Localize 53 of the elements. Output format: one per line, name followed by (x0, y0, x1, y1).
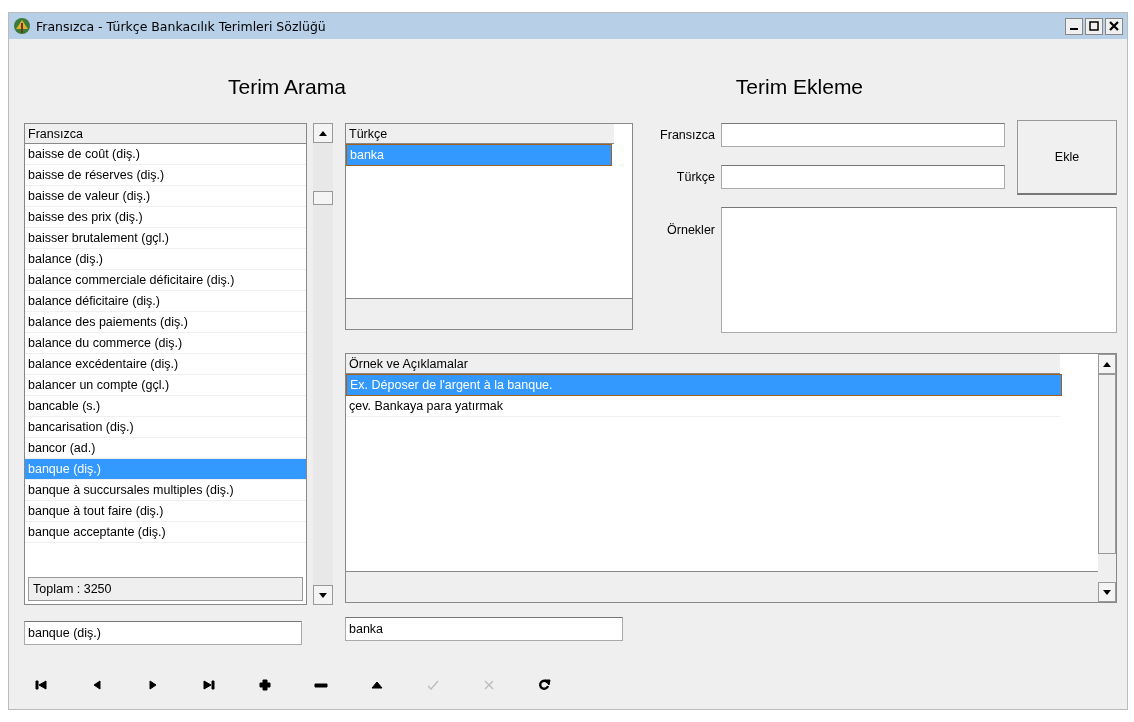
term-row[interactable]: banque à succursales multiples (diş.) (25, 480, 306, 501)
scroll-down-button[interactable] (1098, 582, 1116, 602)
section-heading: Terim Ekleme (735, 75, 864, 99)
term-row[interactable]: banque acceptante (diş.) (25, 522, 306, 543)
column-header[interactable]: Türkçe (346, 124, 614, 144)
column-header[interactable]: Fransızca (25, 124, 306, 144)
app-icon (13, 17, 31, 35)
close-button[interactable] (1105, 17, 1123, 35)
close-icon (1109, 21, 1119, 31)
section-heading: Terim Arama (228, 75, 346, 99)
term-row[interactable]: baisse des prix (diş.) (25, 207, 306, 228)
term-field[interactable]: banque (diş.) (24, 621, 302, 645)
term-row[interactable]: balance (diş.) (25, 249, 306, 270)
column-header[interactable]: Örnek ve Açıklamalar (346, 354, 1060, 374)
maximize-icon (1089, 21, 1099, 31)
example-row[interactable]: çev. Bankaya para yatırmak (346, 396, 1060, 417)
term-row[interactable]: bancarisation (diş.) (25, 417, 306, 438)
term-row[interactable]: bancable (s.) (25, 396, 306, 417)
minimize-button[interactable] (1065, 17, 1083, 35)
term-row[interactable]: banque à tout faire (diş.) (25, 501, 306, 522)
minimize-icon (1070, 28, 1078, 30)
scroll-up-button[interactable] (1098, 354, 1116, 374)
term-row[interactable]: baisse de réserves (diş.) (25, 165, 306, 186)
term-row[interactable]: balance déficitaire (diş.) (25, 291, 306, 312)
translation-field[interactable]: banka (345, 617, 623, 641)
field-label: Örnekler (666, 223, 716, 237)
scrollbar[interactable] (1098, 354, 1116, 602)
scroll-down-button[interactable] (313, 585, 333, 605)
field-label: Fransızca (659, 128, 716, 142)
scroll-thumb[interactable] (1098, 374, 1116, 554)
maximize-button[interactable] (1085, 17, 1103, 35)
term-row[interactable]: baisse de valeur (diş.) (25, 186, 306, 207)
term-row[interactable]: balancer un compte (gçl.) (25, 375, 306, 396)
add-button[interactable]: Ekle (1017, 120, 1117, 195)
window-title: Fransızca - Türkçe Bankacılık Terimleri Sözlüğü (36, 18, 327, 34)
term-row[interactable]: balance excédentaire (diş.) (25, 354, 306, 375)
scrollbar[interactable] (313, 123, 333, 605)
field-label: Türkçe (675, 170, 716, 184)
term-row[interactable]: balance commerciale déficitaire (diş.) (25, 270, 306, 291)
term-row[interactable]: balance des paiements (diş.) (25, 312, 306, 333)
total-count: Toplam : 3250 (28, 577, 303, 601)
input-field[interactable] (721, 165, 1005, 189)
term-row[interactable]: baisse de coût (diş.) (25, 144, 306, 165)
caret-down-icon (1103, 589, 1111, 595)
caret-up-icon (319, 130, 327, 136)
term-row[interactable]: baisser brutalement (gçl.) (25, 228, 306, 249)
input-field[interactable] (721, 123, 1005, 147)
scroll-thumb[interactable] (313, 191, 333, 205)
caret-down-icon (319, 592, 327, 598)
term-row[interactable]: balance du commerce (diş.) (25, 333, 306, 354)
examples-field[interactable] (721, 207, 1117, 333)
scroll-up-button[interactable] (313, 123, 333, 143)
caret-up-icon (1103, 361, 1111, 367)
